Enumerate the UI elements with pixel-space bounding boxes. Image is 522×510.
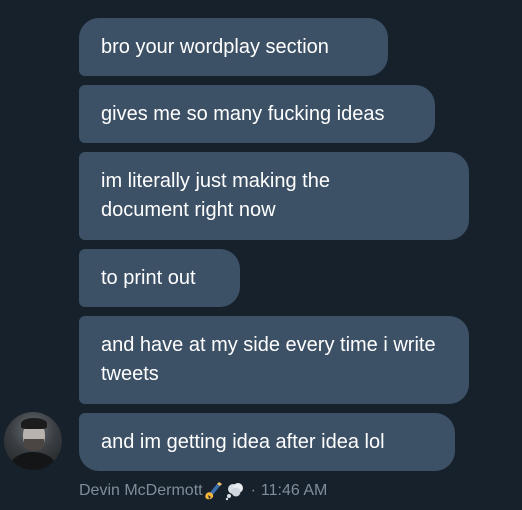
chat-view: bro your wordplay section gives me so ma… [0, 0, 522, 510]
message-text: bro your wordplay section [101, 35, 329, 58]
avatar-shirt [10, 452, 56, 470]
avatar-beard [24, 439, 44, 451]
message-text: im literally just making the document ri… [101, 170, 330, 221]
message-bubble[interactable]: and have at my side every time i write t… [79, 316, 469, 404]
avatar-hair [21, 418, 47, 429]
message-bubble[interactable]: bro your wordplay section [79, 18, 388, 76]
sender-name[interactable]: Devin McDermott [79, 482, 203, 500]
avatar[interactable] [4, 412, 62, 470]
meta-separator: · [250, 482, 256, 499]
message-bubble[interactable]: im literally just making the document ri… [79, 152, 469, 240]
message-bubble[interactable]: gives me so many fucking ideas [79, 85, 435, 143]
message-text: and im getting idea after idea lol [101, 430, 385, 453]
message-bubble[interactable]: and im getting idea after idea lol [79, 413, 455, 471]
message-timestamp: 11:46 AM [260, 482, 328, 499]
message-meta: Devin McDermott · 11:46 AM [79, 480, 327, 502]
message-text: gives me so many fucking ideas [101, 102, 385, 125]
writing-hand-icon [204, 481, 224, 501]
message-text: to print out [101, 266, 196, 289]
thought-balloon-icon [225, 481, 245, 501]
message-bubble[interactable]: to print out [79, 249, 240, 307]
message-text: and have at my side every time i write t… [101, 334, 436, 385]
